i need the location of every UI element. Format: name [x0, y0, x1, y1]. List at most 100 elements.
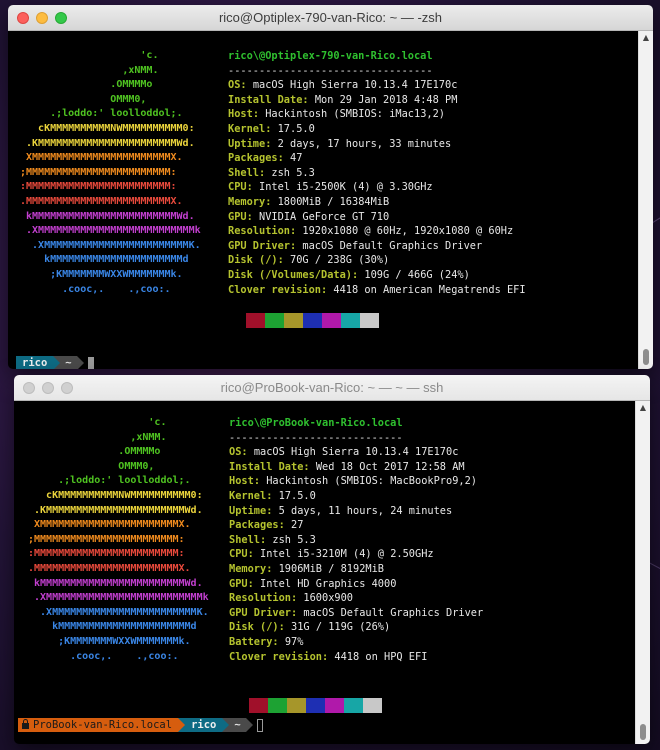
- logo-line: .KMMMMMMMMMMMMMMMMMMMMMMMWd.: [28, 504, 203, 516]
- info-label: Disk (/): [229, 621, 279, 634]
- color-swatches: [246, 313, 379, 328]
- color-swatch: [287, 698, 306, 713]
- info-label: Install Date: [229, 460, 304, 473]
- info-row: Uptime: 2 days, 17 hours, 33 minutes: [228, 137, 526, 152]
- info-colon: :: [253, 475, 267, 488]
- color-swatch: [246, 313, 265, 328]
- shell-prompt[interactable]: rico ~: [16, 356, 94, 369]
- info-row: Shell: zsh 5.3: [228, 166, 526, 181]
- logo-line: ,xNMM.: [28, 431, 167, 443]
- logo-line: .cooc,. .,coo:.: [28, 650, 179, 662]
- lock-icon: [22, 719, 29, 729]
- prompt-host-label: ProBook-van-Rico.local: [33, 719, 173, 731]
- info-label: Kernel: [229, 489, 267, 502]
- info-value: zsh 5.3: [272, 533, 316, 546]
- titlebar[interactable]: rico@ProBook-van-Rico: ~ — ~ — ssh: [14, 375, 650, 401]
- info-value: 17.5.0: [277, 122, 315, 135]
- terminal-content[interactable]: 'c. ,xNMM. .OMMMMo OMMM0, .;loddo:' lool…: [14, 401, 635, 744]
- scrollbar[interactable]: ▲: [638, 31, 653, 369]
- scroll-up-arrow-icon[interactable]: ▲: [639, 33, 653, 42]
- info-label: OS: [229, 446, 242, 459]
- info-row: Battery: 97%: [229, 635, 483, 650]
- info-value: 4418 on HPQ EFI: [334, 650, 428, 663]
- color-swatch: [268, 698, 287, 713]
- info-label: Packages: [228, 152, 278, 165]
- info-label: Disk (/): [228, 254, 278, 267]
- color-swatch: [249, 698, 268, 713]
- titlebar[interactable]: rico@Optiplex-790-van-Rico: ~ — -zsh: [8, 5, 653, 31]
- info-label: Shell: [229, 533, 260, 546]
- info-row: CPU: Intel i5-3210M (4) @ 2.50GHz: [229, 547, 483, 562]
- logo-line: XMMMMMMMMMMMMMMMMMMMMMMMX.: [20, 152, 183, 164]
- info-label: Host: [229, 475, 254, 488]
- logo-line: .;loddo:' loolloddol;.: [28, 475, 191, 487]
- info-header-row: rico\@ProBook-van-Rico.local: [229, 416, 483, 431]
- info-header-row: rico\@Optiplex-790-van-Rico.local: [228, 49, 526, 64]
- shell-prompt[interactable]: ProBook-van-Rico.local rico ~: [18, 718, 263, 732]
- terminal-window-probook[interactable]: rico@ProBook-van-Rico: ~ — ~ — ssh 'c. ,…: [14, 375, 650, 744]
- info-label: Memory: [228, 195, 266, 208]
- logo-line: :MMMMMMMMMMMMMMMMMMMMMMMM:: [20, 181, 177, 193]
- info-colon: :: [266, 489, 279, 502]
- info-value: macOS High Sierra 10.13.4 17E170c: [253, 446, 459, 459]
- info-label: GPU Driver: [228, 239, 290, 252]
- info-label: Resolution: [229, 592, 291, 605]
- window-title: rico@ProBook-van-Rico: ~ — ~ — ssh: [220, 380, 444, 395]
- logo-line: .cooc,. .,coo:.: [20, 283, 171, 295]
- info-value: 27: [291, 519, 304, 532]
- info-label: Install Date: [228, 93, 303, 106]
- prompt-user: rico: [185, 718, 223, 732]
- info-colon: :: [303, 460, 316, 473]
- logo-line: XMMMMMMMMMMMMMMMMMMMMMMMX.: [28, 519, 191, 531]
- logo-line: kMMMMMMMMMMMMMMMMMMMMMMd: [28, 621, 197, 633]
- info-value: macOS Default Graphics Driver: [302, 239, 483, 252]
- logo-line: .OMMMMo: [28, 446, 161, 458]
- info-row: Uptime: 5 days, 11 hours, 24 minutes: [229, 504, 483, 519]
- info-label: Host: [228, 108, 253, 121]
- info-value: Intel HD Graphics 4000: [260, 577, 397, 590]
- info-row: Disk (/): 70G / 238G (30%): [228, 253, 526, 268]
- scrollbar-thumb[interactable]: [643, 349, 649, 365]
- terminal-cursor[interactable]: [256, 718, 263, 732]
- logo-line: 'c.: [20, 50, 159, 61]
- terminal-cursor[interactable]: [87, 356, 94, 369]
- info-separator-row: ----------------------------: [229, 431, 483, 446]
- info-colon: :: [252, 108, 266, 121]
- logo-line: .;loddo:' loolloddol;.: [20, 108, 183, 120]
- color-swatch: [325, 698, 344, 713]
- terminal-window-optiplex[interactable]: rico@Optiplex-790-van-Rico: ~ — -zsh 'c.…: [8, 5, 653, 369]
- scroll-up-arrow-icon[interactable]: ▲: [636, 403, 650, 412]
- info-colon: :: [272, 635, 285, 648]
- scrollbar-thumb[interactable]: [640, 724, 646, 740]
- logo-line: kMMMMMMMMMMMMMMMMMMMMMMd: [20, 254, 189, 266]
- logo-line: OMMM0,: [20, 93, 147, 105]
- terminal-content[interactable]: 'c. ,xNMM. .OMMMMo OMMM0, .;loddo:' lool…: [8, 31, 638, 369]
- info-label: CPU: [228, 181, 247, 194]
- info-value: Mon 29 Jan 2018 4:48 PM: [314, 93, 458, 106]
- host-header: rico\@Optiplex-790-van-Rico.local: [228, 50, 433, 62]
- system-info: rico\@ProBook-van-Rico.local ------------…: [229, 416, 483, 664]
- info-row: Host: Hackintosh (SMBIOS: MacBookPro9,2): [229, 474, 483, 489]
- logo-line: ,xNMM.: [20, 64, 159, 76]
- prompt-user: rico: [16, 356, 54, 369]
- info-row: Shell: zsh 5.3: [229, 533, 483, 548]
- info-value: 1800MiB / 16384MiB: [277, 195, 390, 208]
- window-title: rico@Optiplex-790-van-Rico: ~ — -zsh: [218, 10, 443, 25]
- info-colon: :: [260, 533, 273, 546]
- info-value: 4418 on American Megatrends EFI: [333, 283, 526, 296]
- info-label: Clover revision: [229, 650, 322, 663]
- info-label: GPU: [228, 210, 247, 223]
- info-colon: :: [322, 650, 335, 663]
- color-swatch: [344, 698, 363, 713]
- color-swatches: [249, 698, 382, 713]
- info-row: GPU: Intel HD Graphics 4000: [229, 577, 483, 592]
- info-colon: :: [259, 166, 272, 179]
- info-row: OS: macOS High Sierra 10.13.4 17E170c: [229, 445, 483, 460]
- info-label: CPU: [229, 548, 248, 561]
- logo-line: kMMMMMMMMMMMMMMMMMMMMMMMMWd.: [28, 577, 203, 589]
- scrollbar[interactable]: ▲: [635, 401, 650, 744]
- info-value: 70G / 238G (30%): [290, 254, 390, 267]
- info-row: Disk (/Volumes/Data): 109G / 466G (24%): [228, 268, 526, 283]
- info-label: Shell: [228, 166, 259, 179]
- info-colon: :: [265, 195, 278, 208]
